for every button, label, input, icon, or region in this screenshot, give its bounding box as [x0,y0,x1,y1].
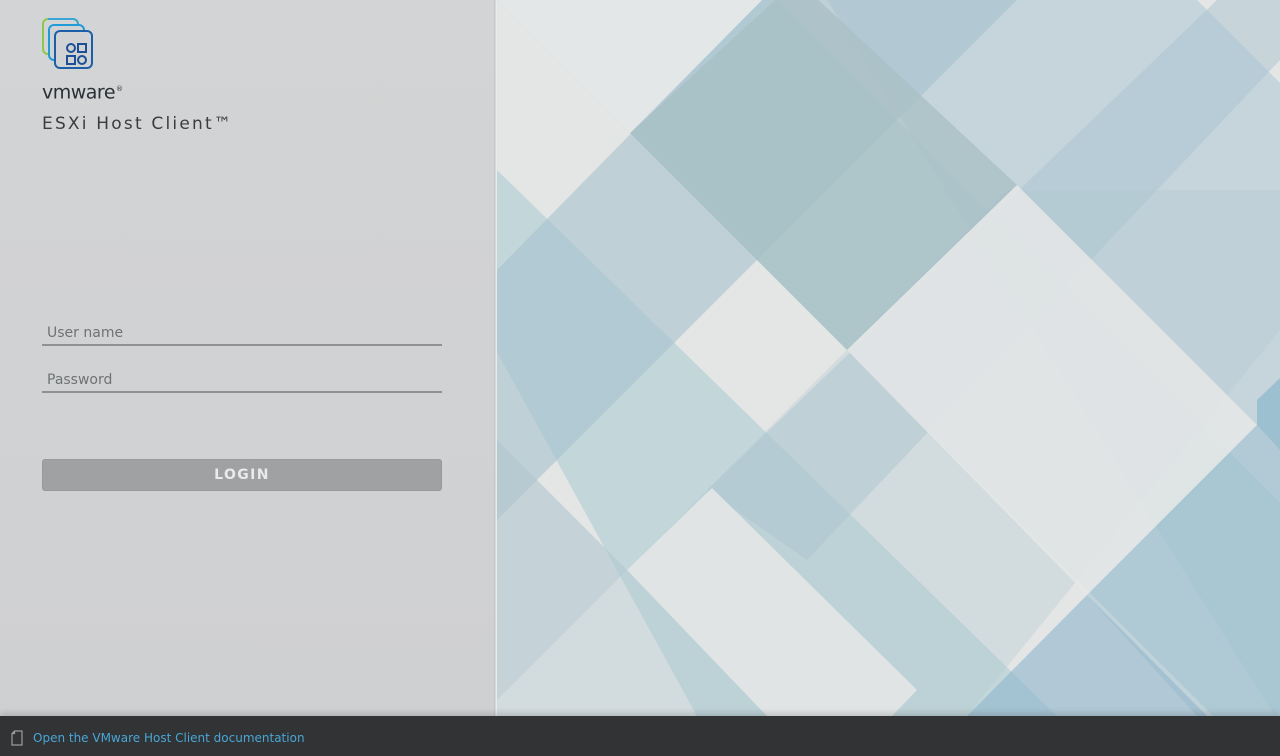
decorative-background [497,0,1280,716]
registered-mark: ® [116,85,123,93]
documentation-link[interactable]: Open the VMware Host Client documentatio… [33,730,305,746]
wordmark-text: vmware [42,81,116,104]
username-input[interactable] [42,322,442,346]
password-input[interactable] [42,369,442,393]
vmware-host-client-logo-icon [42,18,93,69]
login-panel: vmware® ESXi Host Client™ LOGIN [0,0,494,716]
vmware-wordmark: vmware® [42,77,123,104]
geometric-pattern-image [497,0,1280,716]
login-page: vmware® ESXi Host Client™ LOGIN [0,0,1280,756]
footer-bar: Open the VMware Host Client documentatio… [0,716,1280,756]
login-button[interactable]: LOGIN [42,459,442,491]
document-icon [11,730,23,746]
product-title: ESXi Host Client™ [42,114,234,134]
